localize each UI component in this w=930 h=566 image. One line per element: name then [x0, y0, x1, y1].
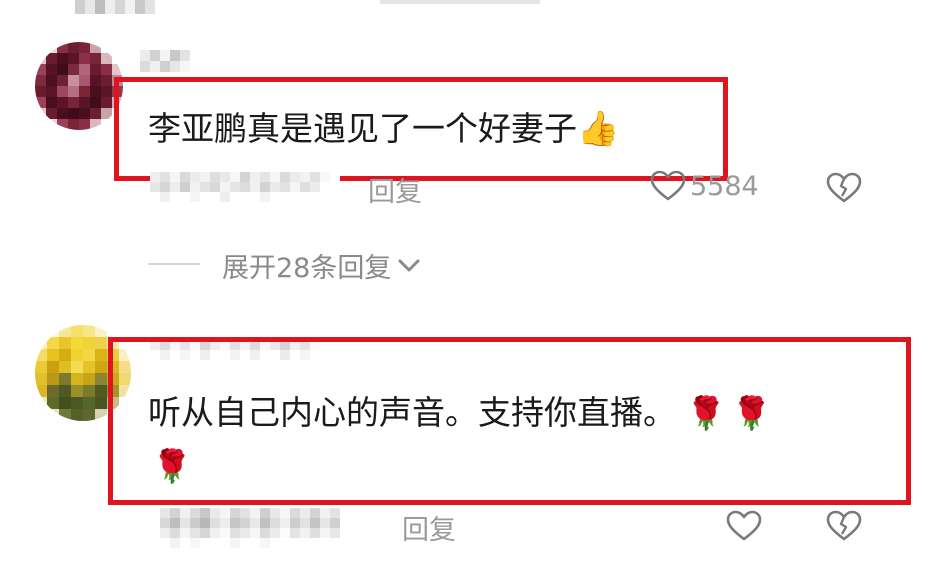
username[interactable] [140, 50, 190, 72]
like-count: 5584 [690, 170, 759, 202]
top-blurred-text [75, 0, 155, 14]
dislike-button[interactable] [826, 510, 862, 542]
like-button[interactable] [726, 510, 762, 542]
thumbs-up-emoji: 👍 [577, 109, 620, 149]
broken-heart-icon [826, 172, 862, 204]
heart-icon [650, 170, 686, 202]
rose-emoji: 🌹🌹 [686, 394, 778, 432]
heart-icon [726, 510, 762, 542]
expand-divider-line [148, 263, 200, 265]
expand-replies-button[interactable]: 展开28条回复 [222, 246, 421, 285]
dislike-button[interactable] [826, 172, 862, 204]
rose-emoji: 🌹 [152, 447, 192, 485]
comment-text: 听从自己内心的声音。支持你直播。 🌹🌹 [148, 393, 778, 432]
reply-button[interactable]: 回复 [402, 508, 456, 547]
timestamp-location [160, 508, 360, 548]
expand-replies-label: 展开28条回复 [222, 253, 392, 284]
comment-text: 李亚鹏真是遇见了一个好妻子👍 [148, 109, 620, 149]
like-button[interactable]: 5584 [650, 170, 759, 202]
timestamp-location [150, 172, 340, 202]
avatar[interactable] [35, 42, 123, 130]
chevron-down-icon [397, 258, 421, 274]
reply-button[interactable]: 回复 [368, 170, 422, 209]
top-blurred-line [380, 0, 540, 4]
broken-heart-icon [826, 510, 862, 542]
